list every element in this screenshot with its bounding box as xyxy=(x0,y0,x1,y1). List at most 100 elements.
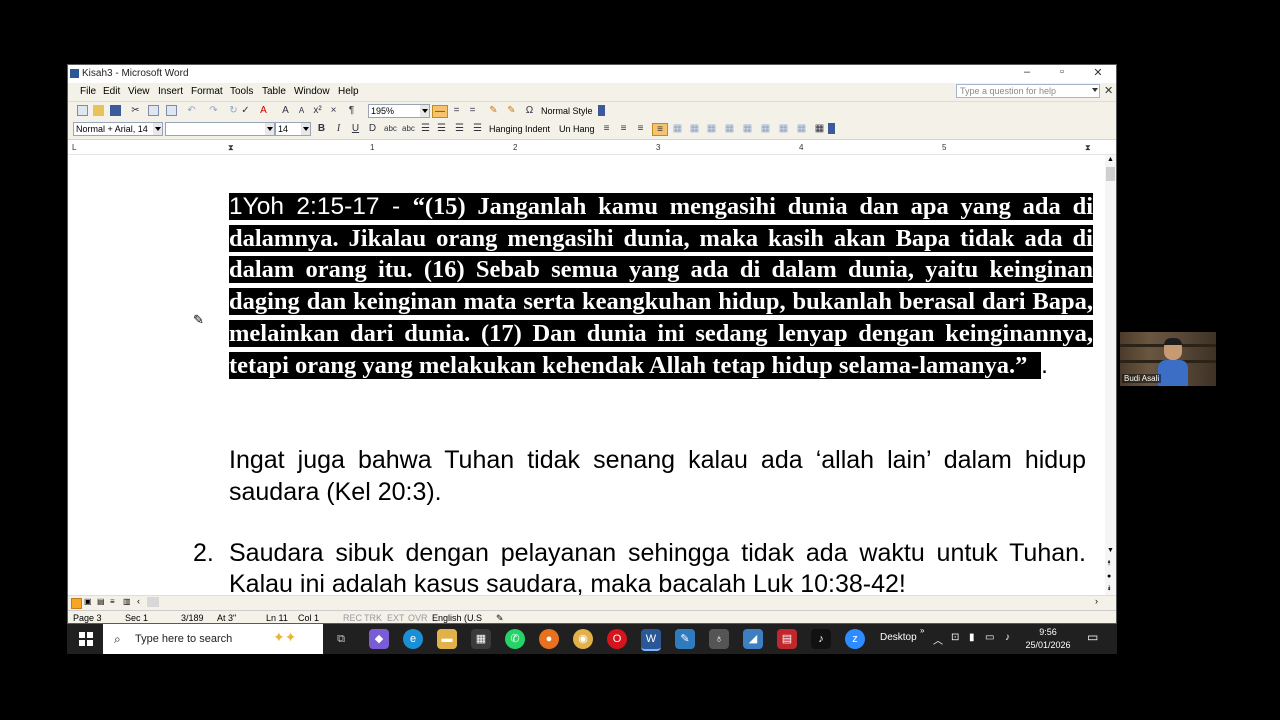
table-autofit-icon[interactable]: ▦ xyxy=(796,123,807,134)
notification-icon[interactable]: ▭ xyxy=(1087,630,1098,644)
close-button[interactable]: ✕ xyxy=(1083,66,1113,79)
table-insert-icon[interactable]: ▦ xyxy=(689,123,700,134)
horizontal-ruler[interactable]: L ⧗ 1 2 3 4 5 ⧗ xyxy=(68,140,1116,155)
align-left-icon[interactable]: ≡ xyxy=(601,123,612,134)
taskbar-clock[interactable]: 9:56 25/01/2026 xyxy=(1023,626,1073,652)
table-rows-icon[interactable]: ▦ xyxy=(706,123,717,134)
zoom-icon[interactable]: z xyxy=(845,629,865,649)
word-taskbar-icon[interactable]: W xyxy=(641,629,661,651)
line-spacing-2-icon[interactable]: = xyxy=(467,105,478,116)
line-spacing-1-icon[interactable]: = xyxy=(451,105,462,116)
hanging-indent-button[interactable]: Hanging Indent xyxy=(489,124,550,134)
taskbar-search-box[interactable]: ⌕ Type here to search ✦✦ xyxy=(103,624,323,654)
normal-style-button[interactable]: Normal Style xyxy=(541,106,593,116)
shrink-font-icon[interactable]: A xyxy=(296,105,307,116)
style-select[interactable]: Normal + Arial, 14 xyxy=(73,122,163,136)
chevron-down-icon[interactable] xyxy=(153,123,162,135)
app-icon[interactable]: ◢ xyxy=(743,629,763,649)
menu-format[interactable]: Format xyxy=(191,86,223,97)
status-ext[interactable]: EXT xyxy=(387,613,405,623)
bold-button[interactable]: B xyxy=(316,123,327,134)
scroll-left-icon[interactable]: ‹ xyxy=(137,596,140,606)
hscroll-thumb[interactable] xyxy=(147,597,159,607)
print-view-icon[interactable]: ▤ xyxy=(97,597,105,606)
status-ovr[interactable]: OVR xyxy=(408,613,428,623)
web-view-icon[interactable]: ▣ xyxy=(84,597,92,606)
whatsapp-icon[interactable]: ✆ xyxy=(505,629,525,649)
grow-font-icon[interactable]: A xyxy=(280,105,291,116)
chevron-right-icon[interactable]: » xyxy=(920,626,924,635)
reading-view-icon[interactable]: ▥ xyxy=(123,597,131,606)
previous-page-icon[interactable]: ⯭ xyxy=(1107,560,1111,568)
subscript-icon[interactable]: × xyxy=(328,105,339,116)
spelling-status-icon[interactable]: ✎ xyxy=(496,613,504,623)
vertical-scrollbar[interactable]: ▲ ▼ ⯭ ● ⯯ xyxy=(1105,155,1116,596)
repeat-icon[interactable]: ↻ xyxy=(228,105,239,116)
app-icon[interactable]: ▤ xyxy=(777,629,797,649)
line-spacing-icon[interactable]: — xyxy=(432,105,448,118)
align-right-icon[interactable]: ≡ xyxy=(635,123,646,134)
copilot-icon[interactable]: ◆ xyxy=(369,629,389,649)
toolbar-options-icon[interactable] xyxy=(598,105,605,116)
help-dropdown-icon[interactable] xyxy=(1092,88,1098,92)
table-delete-icon[interactable]: ▦ xyxy=(778,123,789,134)
new-document-icon[interactable] xyxy=(77,105,88,116)
outline-icon[interactable]: D xyxy=(367,123,378,134)
table-cols-icon[interactable]: ▦ xyxy=(724,123,735,134)
menu-help[interactable]: Help xyxy=(338,86,359,97)
menu-file[interactable]: File xyxy=(80,86,96,97)
scroll-thumb[interactable] xyxy=(1106,167,1115,181)
decrease-indent-icon[interactable]: ☰ xyxy=(454,123,465,134)
scroll-up-icon[interactable]: ▲ xyxy=(1107,156,1114,163)
firefox-icon[interactable]: ● xyxy=(539,629,559,649)
chevron-down-icon[interactable] xyxy=(420,105,429,117)
increase-indent-icon[interactable]: ☰ xyxy=(472,123,483,134)
table-split-icon[interactable]: ▦ xyxy=(760,123,771,134)
font-select[interactable] xyxy=(165,122,275,136)
paste-icon[interactable] xyxy=(166,105,177,116)
store-icon[interactable]: ▦ xyxy=(471,629,491,649)
chevron-up-icon[interactable]: ︿ xyxy=(933,632,943,647)
usb-icon[interactable]: ▮ xyxy=(969,632,975,643)
numbering-icon[interactable]: ☰ xyxy=(420,123,431,134)
tiktok-icon[interactable]: ♪ xyxy=(811,629,831,649)
italic-button[interactable]: I xyxy=(333,123,344,134)
status-trk[interactable]: TRK xyxy=(364,613,382,623)
menu-view[interactable]: View xyxy=(128,86,150,97)
scroll-right-icon[interactable]: › xyxy=(1095,596,1098,606)
strikethrough-icon[interactable]: abc xyxy=(384,123,397,134)
close-document-button[interactable]: ✕ xyxy=(1104,84,1113,97)
cut-icon[interactable]: ✂ xyxy=(130,105,141,116)
network-icon[interactable]: ▭ xyxy=(985,632,994,643)
help-search-input[interactable]: Type a question for help xyxy=(956,84,1100,98)
align-center-icon[interactable]: ≡ xyxy=(618,123,629,134)
redo-icon[interactable]: ↷ xyxy=(208,105,219,116)
symbol-icon[interactable]: ✎ xyxy=(488,105,499,116)
opera-icon[interactable]: O xyxy=(607,629,627,649)
restore-button[interactable]: ▫ xyxy=(1047,66,1077,78)
app-icon[interactable]: ♁ xyxy=(709,629,729,649)
scroll-down-icon[interactable]: ▼ xyxy=(1107,547,1114,554)
menu-tools[interactable]: Tools xyxy=(230,86,253,97)
outline-view-icon[interactable]: ≡ xyxy=(110,597,115,606)
unhang-button[interactable]: Un Hang xyxy=(559,124,595,134)
chrome-icon[interactable]: ◉ xyxy=(573,629,593,649)
minimize-button[interactable]: – xyxy=(1012,66,1042,78)
status-rec[interactable]: REC xyxy=(343,613,362,623)
browse-object-icon[interactable]: ● xyxy=(1107,573,1111,580)
horizontal-scrollbar[interactable]: ▣ ▤ ≡ ▥ ‹ › xyxy=(68,595,1116,610)
status-language[interactable]: English (U.S xyxy=(432,613,482,623)
task-view-icon[interactable]: ⧉ xyxy=(331,629,351,649)
menu-insert[interactable]: Insert xyxy=(158,86,183,97)
undo-icon[interactable]: ↶ xyxy=(186,105,197,116)
menu-table[interactable]: Table xyxy=(262,86,286,97)
device-icon[interactable]: ⊡ xyxy=(951,632,959,643)
toolbar-options-icon[interactable] xyxy=(828,123,835,134)
omega-icon[interactable]: Ω xyxy=(524,105,535,116)
double-strike-icon[interactable]: abc xyxy=(402,123,415,134)
menu-edit[interactable]: Edit xyxy=(103,86,120,97)
table-icon[interactable]: ▦ xyxy=(672,123,683,134)
font-color-icon[interactable]: A xyxy=(258,105,269,116)
copy-icon[interactable] xyxy=(148,105,159,116)
zoom-select[interactable]: 195% xyxy=(368,104,430,118)
